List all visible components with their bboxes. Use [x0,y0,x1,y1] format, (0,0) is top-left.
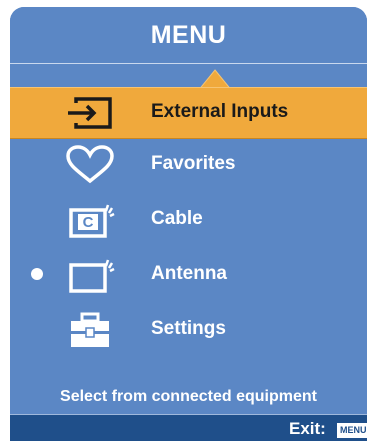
help-hint-text: Select from connected equipment [60,388,317,405]
toolbox-icon [71,312,109,347]
menu-item-label: Antenna [151,263,227,284]
input-icon [68,97,112,129]
title-bar: MENU [10,7,367,64]
footer-bar: Exit: MENU [10,414,367,441]
menu-item-favorites[interactable]: Favorites [10,140,367,190]
menu-item-settings[interactable]: Settings [10,305,367,355]
exit-label: Exit: [289,419,326,438]
active-indicator-dot [31,268,43,280]
cable-tv-icon: C [69,204,115,238]
menu-item-label: Favorites [151,153,236,174]
menu-item-external-inputs[interactable]: External Inputs [10,87,367,139]
menu-item-label: External Inputs [151,101,289,122]
menu-item-antenna[interactable]: Antenna [10,250,367,300]
menu-item-label: Settings [151,318,226,339]
antenna-tv-icon [69,259,115,293]
menu-item-cable[interactable]: C Cable [10,195,367,245]
exit-menu-key[interactable]: MENU [337,423,367,438]
heart-icon [66,145,114,184]
menu-item-label: Cable [151,208,203,229]
menu-panel: MENU External Inputs Favorites C Cable A… [10,7,367,441]
menu-title: MENU [150,21,227,49]
cable-badge: C [83,214,94,231]
